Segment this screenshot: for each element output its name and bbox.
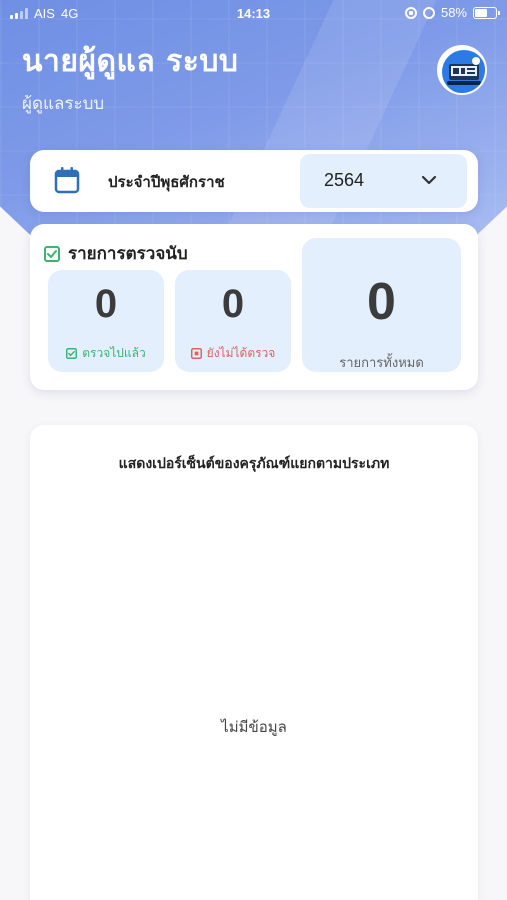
chart-title: แสดงเปอร์เซ็นต์ของครุภัณฑ์แยกตามประเภท (118, 456, 390, 472)
checked-label: ตรวจไปแล้ว (82, 346, 146, 360)
status-bar: AIS 4G 14:13 58% (0, 0, 507, 28)
battery-percent: 58% (440, 5, 467, 20)
user-name-title: นายผู้ดูแล ระบบ (22, 44, 239, 79)
chevron-down-icon (421, 175, 437, 185)
avatar[interactable] (437, 45, 487, 95)
checkbox-cross-icon (190, 348, 202, 359)
unchecked-stat-tile[interactable]: 0 ยังไม่ได้ตรวจ (175, 270, 291, 372)
total-stat-tile[interactable]: 0 รายการทั้งหมด (302, 238, 461, 372)
checked-count: 0 (94, 282, 118, 326)
year-label: ประจำปีพุธศักราช (108, 173, 225, 191)
calendar-icon (54, 167, 80, 194)
checkbox-checked-icon (66, 348, 78, 359)
status-right: 58% (404, 5, 500, 20)
year-value: 2564 (324, 170, 365, 190)
alarm-icon (422, 6, 435, 19)
battery-icon (473, 6, 500, 19)
unchecked-label: ยังไม่ได้ตรวจ (206, 346, 276, 360)
rotation-lock-icon (404, 6, 417, 19)
unchecked-count: 0 (221, 282, 245, 326)
no-data-message: ไม่มีข้อมูล (221, 718, 287, 736)
year-card: ประจำปีพุธศักราช 2564 (30, 150, 478, 212)
checked-stat-tile[interactable]: 0 ตรวจไปแล้ว (48, 270, 164, 372)
total-label: รายการทั้งหมด (339, 356, 424, 371)
checked-caption: ตรวจไปแล้ว (48, 344, 164, 363)
count-title: รายการตรวจนับ (68, 244, 188, 264)
app-screen: AIS 4G 14:13 58% นายผู้ดูแล ระบบ ผู้ดูแล… (0, 0, 507, 900)
unchecked-caption: ยังไม่ได้ตรวจ (175, 344, 291, 363)
checkbox-checked-icon (44, 245, 60, 262)
category-chart-card: แสดงเปอร์เซ็นต์ของครุภัณฑ์แยกตามประเภท ไ… (30, 425, 478, 900)
total-count: 0 (367, 273, 396, 331)
user-role-subtitle: ผู้ดูแลระบบ (22, 94, 105, 114)
count-header: รายการตรวจนับ (44, 240, 188, 267)
inventory-count-card: รายการตรวจนับ 0 ตรวจไปแล้ว 0 ยังไม่ได้ตร… (30, 224, 478, 390)
year-dropdown[interactable]: 2564 (300, 154, 467, 208)
